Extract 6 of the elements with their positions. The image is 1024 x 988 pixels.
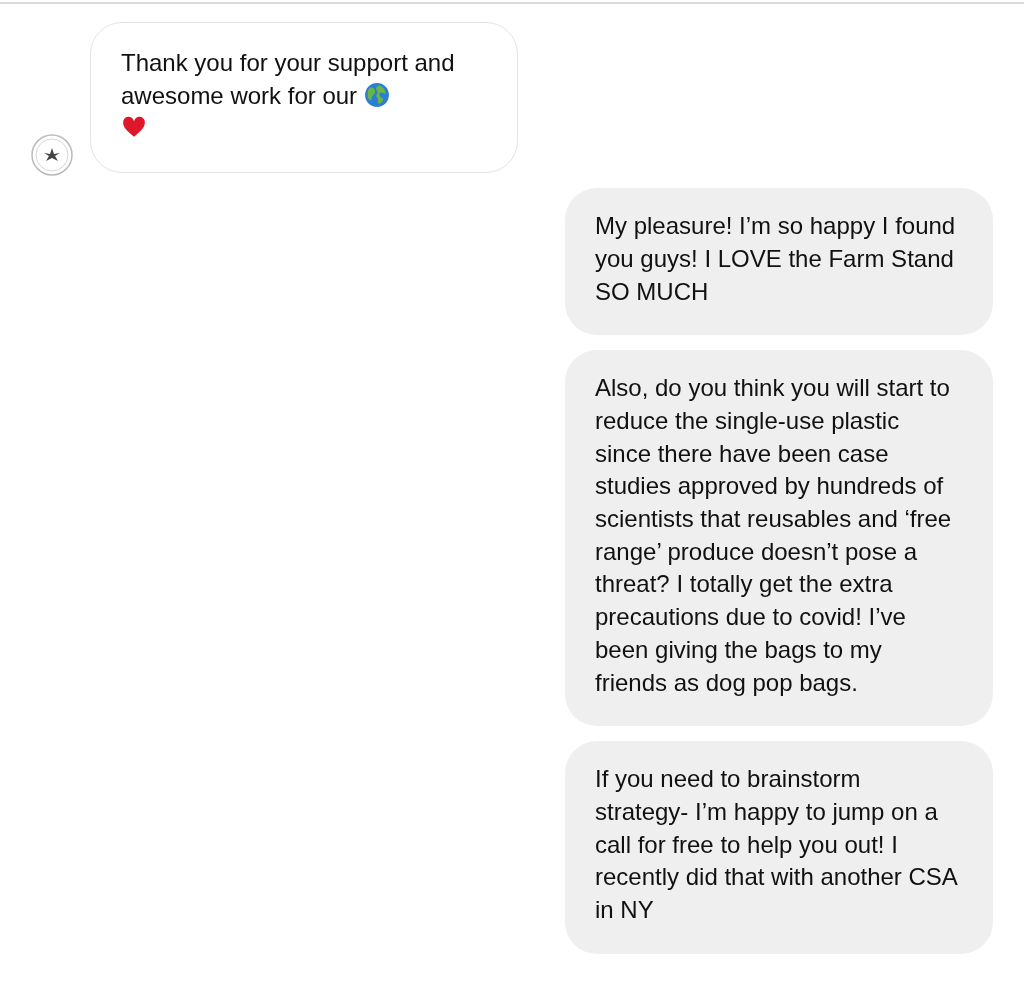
message-bubble: Also, do you think you will start to reduce the single-use plastic since there have been case studies approved by hundreds of scientists that reusables and ‘free range’ produce doesn’t pose a threat? I totally get the extra precautions due to covid! I’ve been giving the bags to my friends as dog pop bags. (565, 350, 993, 727)
message-bubble: If you need to brainstorm strategy- I’m happy to jump on a call for free to help you out! I recently did that with another CSA in NY (565, 741, 993, 954)
message-bubble: My pleasure! I’m so happy I found you guys! I LOVE the Farm Stand SO MUCH (565, 188, 993, 336)
avatar-icon[interactable] (31, 134, 73, 177)
message-bubble: Thank you for your support and awesome work for our (90, 22, 518, 174)
globe-icon (363, 81, 390, 108)
